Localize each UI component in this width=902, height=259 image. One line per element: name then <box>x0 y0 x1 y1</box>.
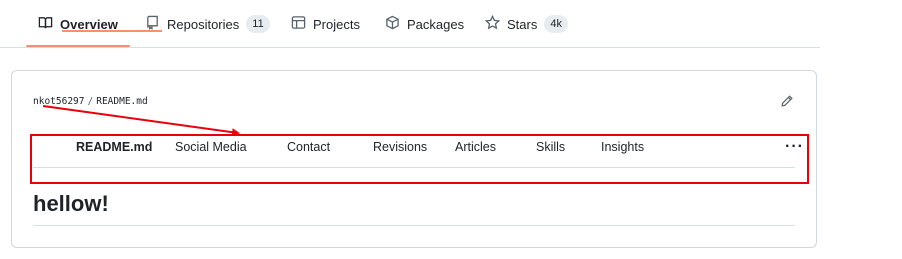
profile-nav: Overview Repositories 11 Projects Packag… <box>0 0 820 48</box>
tab-readme[interactable]: README.md <box>76 134 152 160</box>
pencil-icon <box>780 95 794 111</box>
tabs-divider <box>33 167 795 168</box>
breadcrumb-separator: / <box>87 96 94 107</box>
package-icon <box>385 15 400 33</box>
breadcrumb-file: README.md <box>96 96 148 107</box>
nav-stars[interactable]: Stars 4k <box>484 0 568 48</box>
nav-projects-label: Projects <box>313 16 360 32</box>
nav-packages-label: Packages <box>407 16 465 32</box>
readme-heading: hellow! <box>33 191 109 216</box>
stars-count: 4k <box>544 15 568 33</box>
star-icon <box>484 14 501 33</box>
nav-projects[interactable]: Projects <box>291 0 360 48</box>
breadcrumb-owner[interactable]: nkot56297 <box>33 96 84 107</box>
tab-skills[interactable]: Skills <box>536 134 565 160</box>
nav-packages[interactable]: Packages <box>385 0 464 48</box>
tab-contact[interactable]: Contact <box>287 134 330 160</box>
tab-insights[interactable]: Insights <box>601 134 644 160</box>
readme-tab-indicator <box>62 30 162 32</box>
breadcrumb: nkot56297 / README.md <box>33 96 148 107</box>
nav-overview[interactable]: Overview <box>38 0 118 48</box>
readme-tabs: README.md Social Media Contact Revisions… <box>30 134 809 184</box>
edit-readme-button[interactable] <box>779 94 795 110</box>
tab-articles[interactable]: Articles <box>455 134 496 160</box>
book-icon <box>38 15 53 33</box>
heading-rule <box>33 225 795 226</box>
tab-revisions[interactable]: Revisions <box>373 134 427 160</box>
active-tab-indicator <box>26 45 130 47</box>
table-icon <box>291 15 306 33</box>
nav-repositories-label: Repositories <box>167 16 240 32</box>
nav-repositories[interactable]: Repositories 11 <box>145 0 270 48</box>
nav-stars-label: Stars <box>507 16 538 32</box>
repositories-count: 11 <box>246 15 270 33</box>
tab-social-media[interactable]: Social Media <box>175 134 247 160</box>
more-tabs-button[interactable]: ··· <box>785 134 804 160</box>
